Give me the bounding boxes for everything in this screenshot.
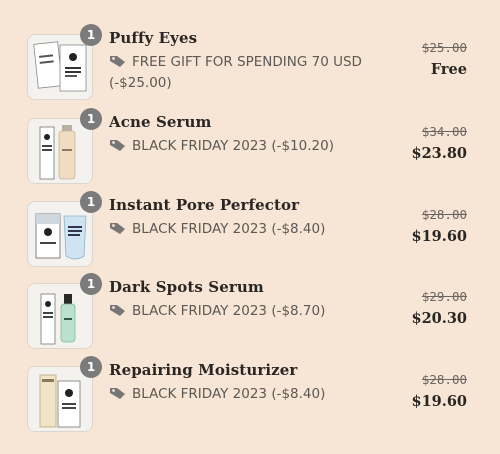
- final-price: Free: [430, 61, 467, 78]
- original-price: $25.00: [421, 40, 467, 55]
- discount-label: BLACK FRIDAY 2023 (-$8.40): [132, 386, 326, 402]
- final-price: $20.30: [411, 310, 468, 327]
- cart-item: 1 Dark Spots Serum BLACK FRIDAY 2023 (-$…: [0, 273, 500, 367]
- discount-line: BLACK FRIDAY 2023 (-$10.20): [109, 136, 399, 157]
- discount-line: BLACK FRIDAY 2023 (-$8.70): [109, 301, 399, 322]
- cart-item: 1 Acne Serum BLACK FRIDAY 2023 (-$10.20)…: [0, 108, 500, 202]
- quantity-badge: 1: [80, 108, 102, 130]
- price-tag-icon: [110, 388, 125, 399]
- product-name: Dark Spots Serum: [109, 278, 264, 296]
- discount-line: BLACK FRIDAY 2023 (-$8.40): [109, 219, 399, 240]
- original-price: $34.00: [421, 124, 467, 139]
- product-name: Acne Serum: [109, 113, 212, 131]
- discount-label: BLACK FRIDAY 2023 (-$8.40): [132, 221, 326, 237]
- quantity-badge: 1: [80, 24, 102, 46]
- final-price: $19.60: [411, 228, 468, 245]
- original-price: $28.00: [421, 372, 467, 387]
- discount-label: BLACK FRIDAY 2023 (-$10.20): [132, 138, 334, 154]
- product-thumbnail-repairing-moisturizer: [27, 366, 93, 432]
- final-price: $19.60: [411, 393, 468, 410]
- price-tag-icon: [110, 56, 125, 67]
- cart-item: 1 Instant Pore Perfector BLACK FRIDAY 20…: [0, 191, 500, 285]
- product-thumbnail-instant-pore-perfector: [27, 201, 93, 267]
- order-summary-list: 1 Puffy Eyes FREE GIFT FOR SPENDING 70 U…: [0, 0, 500, 454]
- discount-label: FREE GIFT FOR SPENDING 70 USD (-$25.00): [109, 54, 362, 91]
- price-tag-icon: [110, 305, 125, 316]
- product-thumbnail-dark-spots-serum: [27, 283, 93, 349]
- final-price: $23.80: [411, 145, 468, 162]
- cart-item: 1 Puffy Eyes FREE GIFT FOR SPENDING 70 U…: [0, 24, 500, 118]
- product-name: Puffy Eyes: [109, 29, 198, 47]
- original-price: $28.00: [421, 207, 467, 222]
- product-thumbnail-puffy-eyes: [27, 34, 93, 100]
- product-thumbnail-acne-serum: [27, 118, 93, 184]
- discount-line: FREE GIFT FOR SPENDING 70 USD (-$25.00): [109, 52, 399, 94]
- cart-item: 1 Repairing Moisturizer BLACK FRIDAY 202…: [0, 356, 500, 450]
- product-name: Repairing Moisturizer: [109, 361, 298, 379]
- price-tag-icon: [110, 223, 125, 234]
- discount-line: BLACK FRIDAY 2023 (-$8.40): [109, 384, 399, 405]
- price-tag-icon: [110, 140, 125, 151]
- discount-label: BLACK FRIDAY 2023 (-$8.70): [132, 303, 326, 319]
- product-name: Instant Pore Perfector: [109, 196, 300, 214]
- quantity-badge: 1: [80, 191, 102, 213]
- quantity-badge: 1: [80, 356, 102, 378]
- original-price: $29.00: [421, 289, 467, 304]
- quantity-badge: 1: [80, 273, 102, 295]
